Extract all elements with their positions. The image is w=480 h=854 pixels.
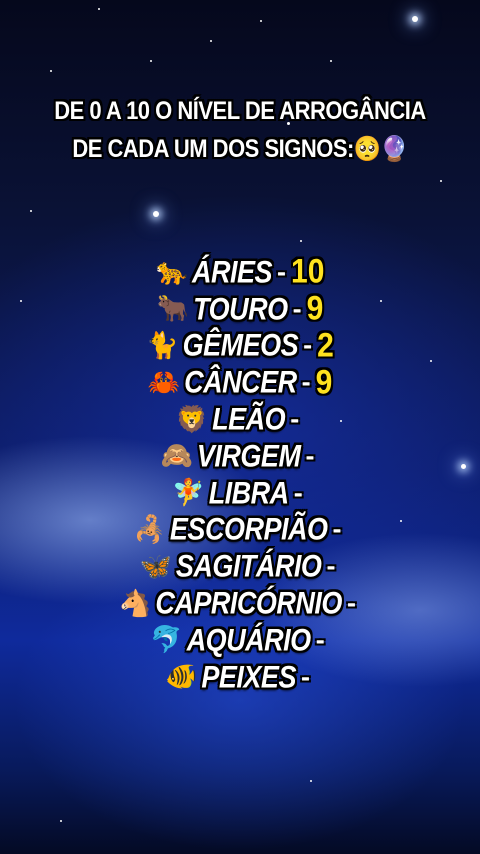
- star-icon: [50, 70, 52, 72]
- star-icon: [150, 60, 152, 62]
- horse-icon: 🐴: [119, 588, 152, 619]
- sign-name: CÂNCER: [184, 364, 297, 400]
- separator-dash: -: [346, 588, 356, 619]
- tropical-fish-icon: 🐠: [165, 662, 198, 693]
- star-icon: [98, 8, 100, 10]
- separator-dash: -: [293, 477, 303, 508]
- star-icon: [210, 40, 212, 42]
- title-line-1: DE 0 A 10 O NÍVEL DE ARROGÂNCIA: [54, 96, 426, 125]
- crystal-ball-icon: 🔮: [380, 134, 408, 163]
- separator-dash: -: [301, 367, 311, 398]
- title-heading: DE 0 A 10 O NÍVEL DE ARROGÂNCIA DE CADA …: [20, 92, 460, 168]
- scorpion-icon: 🦂: [133, 514, 166, 545]
- sign-name: ESCORPIÃO: [169, 512, 328, 547]
- crab-icon: 🦀: [147, 367, 181, 398]
- sign-name: SAGITÁRIO: [175, 548, 322, 584]
- separator-dash: -: [277, 256, 287, 287]
- title-line-2: DE CADA UM DOS SIGNOS:🥺🔮: [20, 130, 460, 168]
- sign-name: AQUÁRIO: [186, 622, 312, 658]
- sign-row-aries: 🐆 ÁRIES - 10: [0, 252, 480, 291]
- sign-score: 9: [315, 363, 333, 402]
- star-icon: [153, 211, 159, 217]
- sign-row-cancer: 🦀 CÂNCER - 9: [0, 363, 480, 402]
- sign-name: TOURO: [193, 291, 288, 326]
- star-icon: [260, 20, 262, 22]
- lion-icon: 🦁: [175, 404, 209, 435]
- cat-icon: 🐈: [146, 330, 179, 361]
- sign-name: GÊMEOS: [182, 328, 299, 363]
- sign-row-aquario: 🐬 AQUÁRIO -: [0, 622, 480, 659]
- separator-dash: -: [332, 514, 342, 545]
- separator-dash: -: [303, 330, 313, 361]
- sign-name: LEÃO: [212, 401, 286, 437]
- butterfly-icon: 🦋: [139, 551, 172, 582]
- ox-icon: 🐂: [156, 294, 190, 325]
- see-no-evil-monkey-icon: 🙈: [160, 441, 193, 472]
- sign-row-sagitario: 🦋 SAGITÁRIO -: [0, 548, 480, 585]
- star-icon: [30, 210, 32, 212]
- separator-dash: -: [290, 404, 300, 435]
- sign-row-libra: 🧚 LIBRA -: [0, 475, 480, 512]
- sign-row-touro: 🐂 TOURO - 9: [0, 289, 480, 328]
- pleading-face-icon: 🥺: [353, 134, 381, 163]
- sign-row-virgem: 🙈 VIRGEM -: [0, 438, 480, 475]
- star-icon: [310, 780, 312, 782]
- title-line-2-text: DE CADA UM DOS SIGNOS:: [72, 134, 354, 163]
- dolphin-icon: 🐬: [150, 625, 183, 656]
- sign-name: PEIXES: [201, 659, 296, 694]
- fairy-icon: 🧚: [172, 478, 205, 509]
- sign-row-capricornio: 🐴 CAPRICÓRNIO -: [0, 585, 480, 622]
- sign-row-leao: 🦁 LEÃO -: [0, 401, 480, 438]
- sign-name: ÁRIES: [191, 254, 273, 290]
- separator-dash: -: [292, 293, 302, 324]
- sign-score: 2: [317, 326, 334, 365]
- sign-name: VIRGEM: [196, 438, 301, 474]
- sign-row-peixes: 🐠 PEIXES -: [0, 659, 480, 696]
- sign-row-escorpiao: 🦂 ESCORPIÃO -: [0, 512, 480, 549]
- sign-name: LIBRA: [208, 475, 290, 510]
- star-icon: [300, 240, 302, 242]
- separator-dash: -: [305, 440, 315, 471]
- leopard-icon: 🐆: [155, 257, 188, 288]
- sign-row-gemeos: 🐈 GÊMEOS - 2: [0, 326, 480, 365]
- sign-score: 9: [306, 289, 324, 328]
- separator-dash: -: [300, 661, 310, 692]
- separator-dash: -: [315, 624, 325, 655]
- sign-score: 10: [291, 252, 325, 291]
- separator-dash: -: [326, 551, 336, 582]
- signs-list: 🐆 ÁRIES - 10 🐂 TOURO - 9 🐈 GÊMEOS - 2 🦀 …: [0, 252, 480, 696]
- star-icon: [440, 180, 442, 182]
- star-icon: [60, 820, 62, 822]
- sign-name: CAPRICÓRNIO: [155, 585, 342, 621]
- star-icon: [412, 16, 418, 22]
- star-icon: [330, 60, 332, 62]
